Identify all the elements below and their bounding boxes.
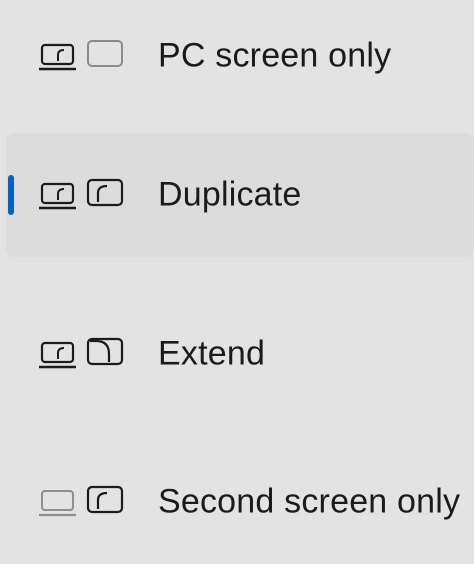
option-duplicate[interactable]: Duplicate bbox=[6, 133, 474, 257]
option-pc-screen-only[interactable]: PC screen only bbox=[6, 0, 474, 118]
pc-screen-only-icon bbox=[39, 40, 123, 71]
option-label: PC screen only bbox=[158, 36, 392, 75]
duplicate-icon bbox=[39, 178, 124, 210]
option-label: Second screen only bbox=[158, 482, 461, 521]
selection-indicator bbox=[8, 175, 14, 215]
option-label: Duplicate bbox=[158, 175, 302, 214]
option-extend[interactable]: Extend bbox=[6, 292, 474, 416]
second-screen-only-icon bbox=[39, 485, 124, 517]
extend-icon bbox=[39, 337, 124, 369]
option-label: Extend bbox=[158, 334, 266, 373]
option-second-screen-only[interactable]: Second screen only bbox=[6, 440, 474, 564]
project-display-menu: PC screen only Duplicate Extend Second s… bbox=[0, 0, 474, 543]
